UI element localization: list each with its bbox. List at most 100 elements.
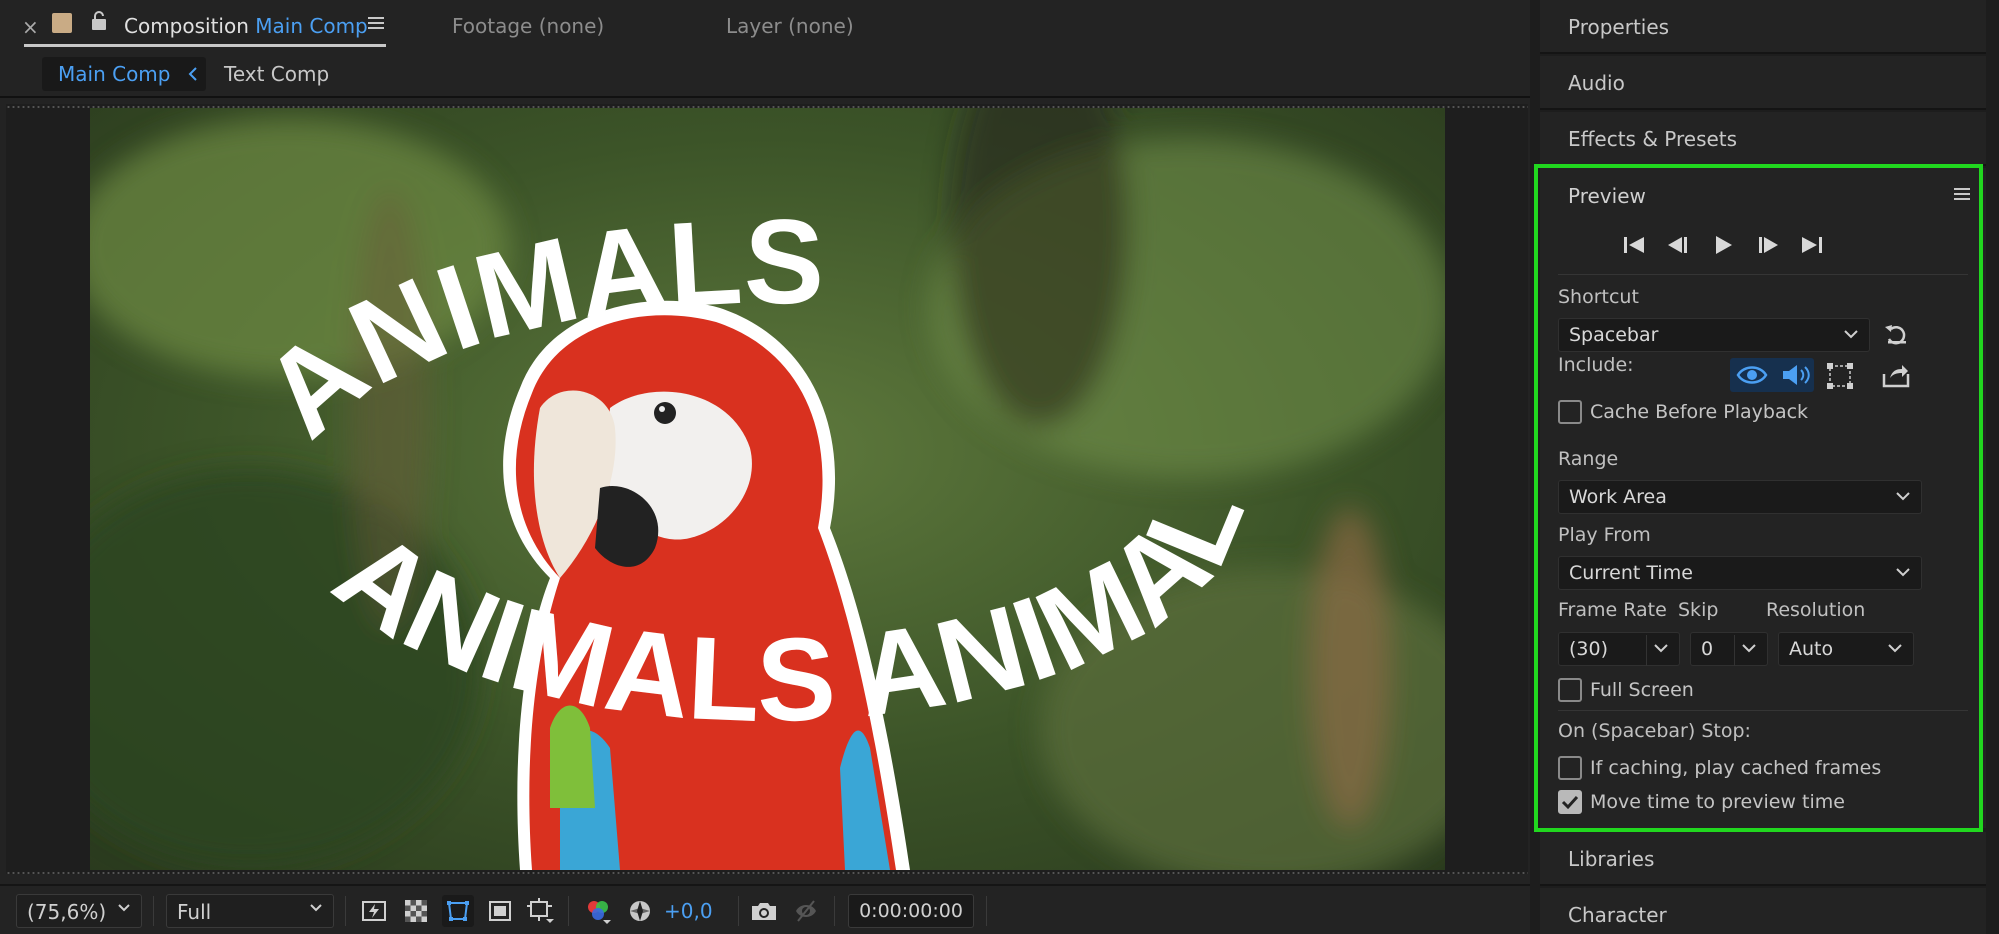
viewer-toolbar: (75,6%) Full +0,0 0:00:00:00	[0, 884, 1530, 934]
skip-label: Skip	[1678, 599, 1719, 621]
range-value: Work Area	[1569, 486, 1667, 508]
preview-divider	[1558, 274, 1968, 275]
shortcut-value: Spacebar	[1569, 324, 1659, 346]
transport-controls	[1622, 230, 1902, 262]
tab-footage[interactable]: Footage (none)	[452, 14, 604, 38]
panel-properties-title: Properties	[1568, 15, 1670, 39]
full-screen-row[interactable]: Full Screen	[1558, 676, 1694, 704]
include-overlays-icon[interactable]	[1826, 362, 1854, 394]
panel-libraries[interactable]: Libraries	[1540, 832, 1986, 886]
frame-rate-value: (30)	[1569, 638, 1609, 660]
breadcrumb-main-comp-label: Main Comp	[58, 62, 171, 86]
magnification-dropdown[interactable]: (75,6%)	[16, 894, 142, 928]
current-time-display[interactable]: 0:00:00:00	[848, 894, 974, 928]
comp-breadcrumb: Main Comp Text Comp	[0, 52, 1530, 98]
skip-dropdown[interactable]: 0	[1690, 632, 1768, 666]
toolbar-divider	[738, 896, 739, 926]
toolbar-divider	[834, 896, 835, 926]
resolution-dropdown[interactable]: Full	[166, 894, 334, 928]
panel-menu-icon[interactable]	[1954, 186, 1970, 206]
chevron-down-icon	[1734, 635, 1757, 666]
chevron-down-icon	[117, 899, 131, 918]
chevron-left-icon	[188, 63, 198, 87]
region-of-interest-icon[interactable]	[484, 895, 516, 927]
range-dropdown[interactable]: Work Area	[1558, 480, 1922, 514]
first-frame-icon[interactable]	[1622, 234, 1646, 260]
parrot-image: ANIMALS ANIMALS ANIMALS	[90, 108, 1445, 870]
mask-visibility-icon[interactable]	[442, 895, 474, 927]
include-audio-icon[interactable]	[1780, 362, 1814, 392]
chevron-down-icon	[1895, 559, 1911, 590]
skip-value: 0	[1701, 638, 1714, 660]
previous-frame-icon[interactable]	[1666, 234, 1690, 260]
if-caching-row[interactable]: If caching, play cached frames	[1558, 754, 1881, 782]
toolbar-divider	[345, 896, 346, 926]
grid-guides-icon[interactable]	[524, 895, 556, 927]
close-tab-icon[interactable]: ×	[22, 15, 39, 39]
resolution-value: Full	[177, 900, 212, 924]
cache-before-playback-label: Cache Before Playback	[1590, 401, 1809, 423]
breadcrumb-text-comp[interactable]: Text Comp	[224, 62, 329, 86]
preview-resolution-value: Auto	[1789, 638, 1834, 660]
chevron-down-icon	[1646, 635, 1669, 666]
magnification-value: (75,6%)	[27, 900, 107, 924]
toolbar-divider	[568, 896, 569, 926]
range-label: Range	[1558, 448, 1619, 470]
panel-audio[interactable]: Audio	[1540, 56, 1986, 110]
panel-audio-title: Audio	[1568, 71, 1625, 95]
move-time-checkbox[interactable]	[1558, 790, 1582, 814]
frame-rate-dropdown[interactable]: (30)	[1558, 632, 1680, 666]
shortcut-label: Shortcut	[1558, 286, 1639, 308]
show-snapshot-icon[interactable]	[790, 895, 822, 927]
full-screen-checkbox[interactable]	[1558, 678, 1582, 702]
reset-exposure-icon[interactable]	[624, 895, 656, 927]
preview-resolution-dropdown[interactable]: Auto	[1778, 632, 1914, 666]
play-icon[interactable]	[1712, 234, 1734, 260]
move-time-row[interactable]: Move time to preview time	[1558, 788, 1845, 816]
active-tab-underline	[24, 44, 386, 47]
tab-composition-name: Main Comp	[255, 14, 368, 38]
last-frame-icon[interactable]	[1800, 234, 1824, 260]
color-channels-icon[interactable]	[582, 895, 614, 927]
if-caching-checkbox[interactable]	[1558, 756, 1582, 780]
cache-before-playback-checkbox[interactable]	[1558, 400, 1582, 424]
preview-panel: Preview Shortcut Spacebar Include: Cache…	[1540, 168, 1986, 828]
panel-libraries-title: Libraries	[1568, 847, 1655, 871]
panel-properties[interactable]: Properties	[1540, 0, 1986, 54]
tab-layer[interactable]: Layer (none)	[726, 14, 854, 38]
include-label: Include:	[1558, 354, 1634, 376]
tab-composition-prefix: Composition	[124, 14, 249, 38]
panel-effects-presets[interactable]: Effects & Presets	[1540, 112, 1986, 166]
frame-rate-label: Frame Rate	[1558, 599, 1667, 621]
composition-frame[interactable]: ANIMALS ANIMALS ANIMALS	[90, 108, 1445, 870]
resolution-label: Resolution	[1766, 599, 1866, 621]
viewer-bottom-edge	[6, 871, 1528, 875]
toolbar-divider	[153, 896, 154, 926]
toolbar-divider	[986, 896, 987, 926]
exposure-value[interactable]: +0,0	[664, 899, 713, 923]
next-frame-icon[interactable]	[1756, 234, 1780, 260]
fast-previews-icon[interactable]	[358, 895, 390, 927]
transparency-grid-icon[interactable]	[400, 895, 432, 927]
timecode-value: 0:00:00:00	[859, 900, 963, 922]
breadcrumb-main-comp[interactable]: Main Comp	[42, 57, 206, 91]
comp-color-label-icon[interactable]	[52, 13, 72, 33]
panel-character-title: Character	[1568, 903, 1667, 927]
cache-before-playback-row[interactable]: Cache Before Playback	[1558, 398, 1808, 426]
include-video-icon[interactable]	[1735, 362, 1769, 392]
chevron-down-icon	[1895, 483, 1911, 514]
panel-character[interactable]: Character	[1540, 888, 1986, 934]
shortcut-dropdown[interactable]: Spacebar	[1558, 318, 1870, 352]
chevron-down-icon	[1887, 635, 1903, 666]
tab-menu-icon[interactable]	[368, 14, 386, 32]
stop-label: On (Spacebar) Stop:	[1558, 720, 1751, 742]
chevron-down-icon	[309, 899, 323, 918]
snapshot-camera-icon[interactable]	[748, 895, 780, 927]
play-from-dropdown[interactable]: Current Time	[1558, 556, 1922, 590]
lock-icon[interactable]	[90, 10, 108, 32]
composition-panel: × Composition Main Comp Footage (none) L…	[0, 0, 1530, 934]
viewer-tab-bar: × Composition Main Comp Footage (none) L…	[0, 0, 1530, 52]
export-preview-icon[interactable]	[1882, 362, 1910, 392]
tab-composition[interactable]: Composition Main Comp	[124, 14, 368, 38]
reset-shortcut-icon[interactable]	[1882, 321, 1910, 353]
